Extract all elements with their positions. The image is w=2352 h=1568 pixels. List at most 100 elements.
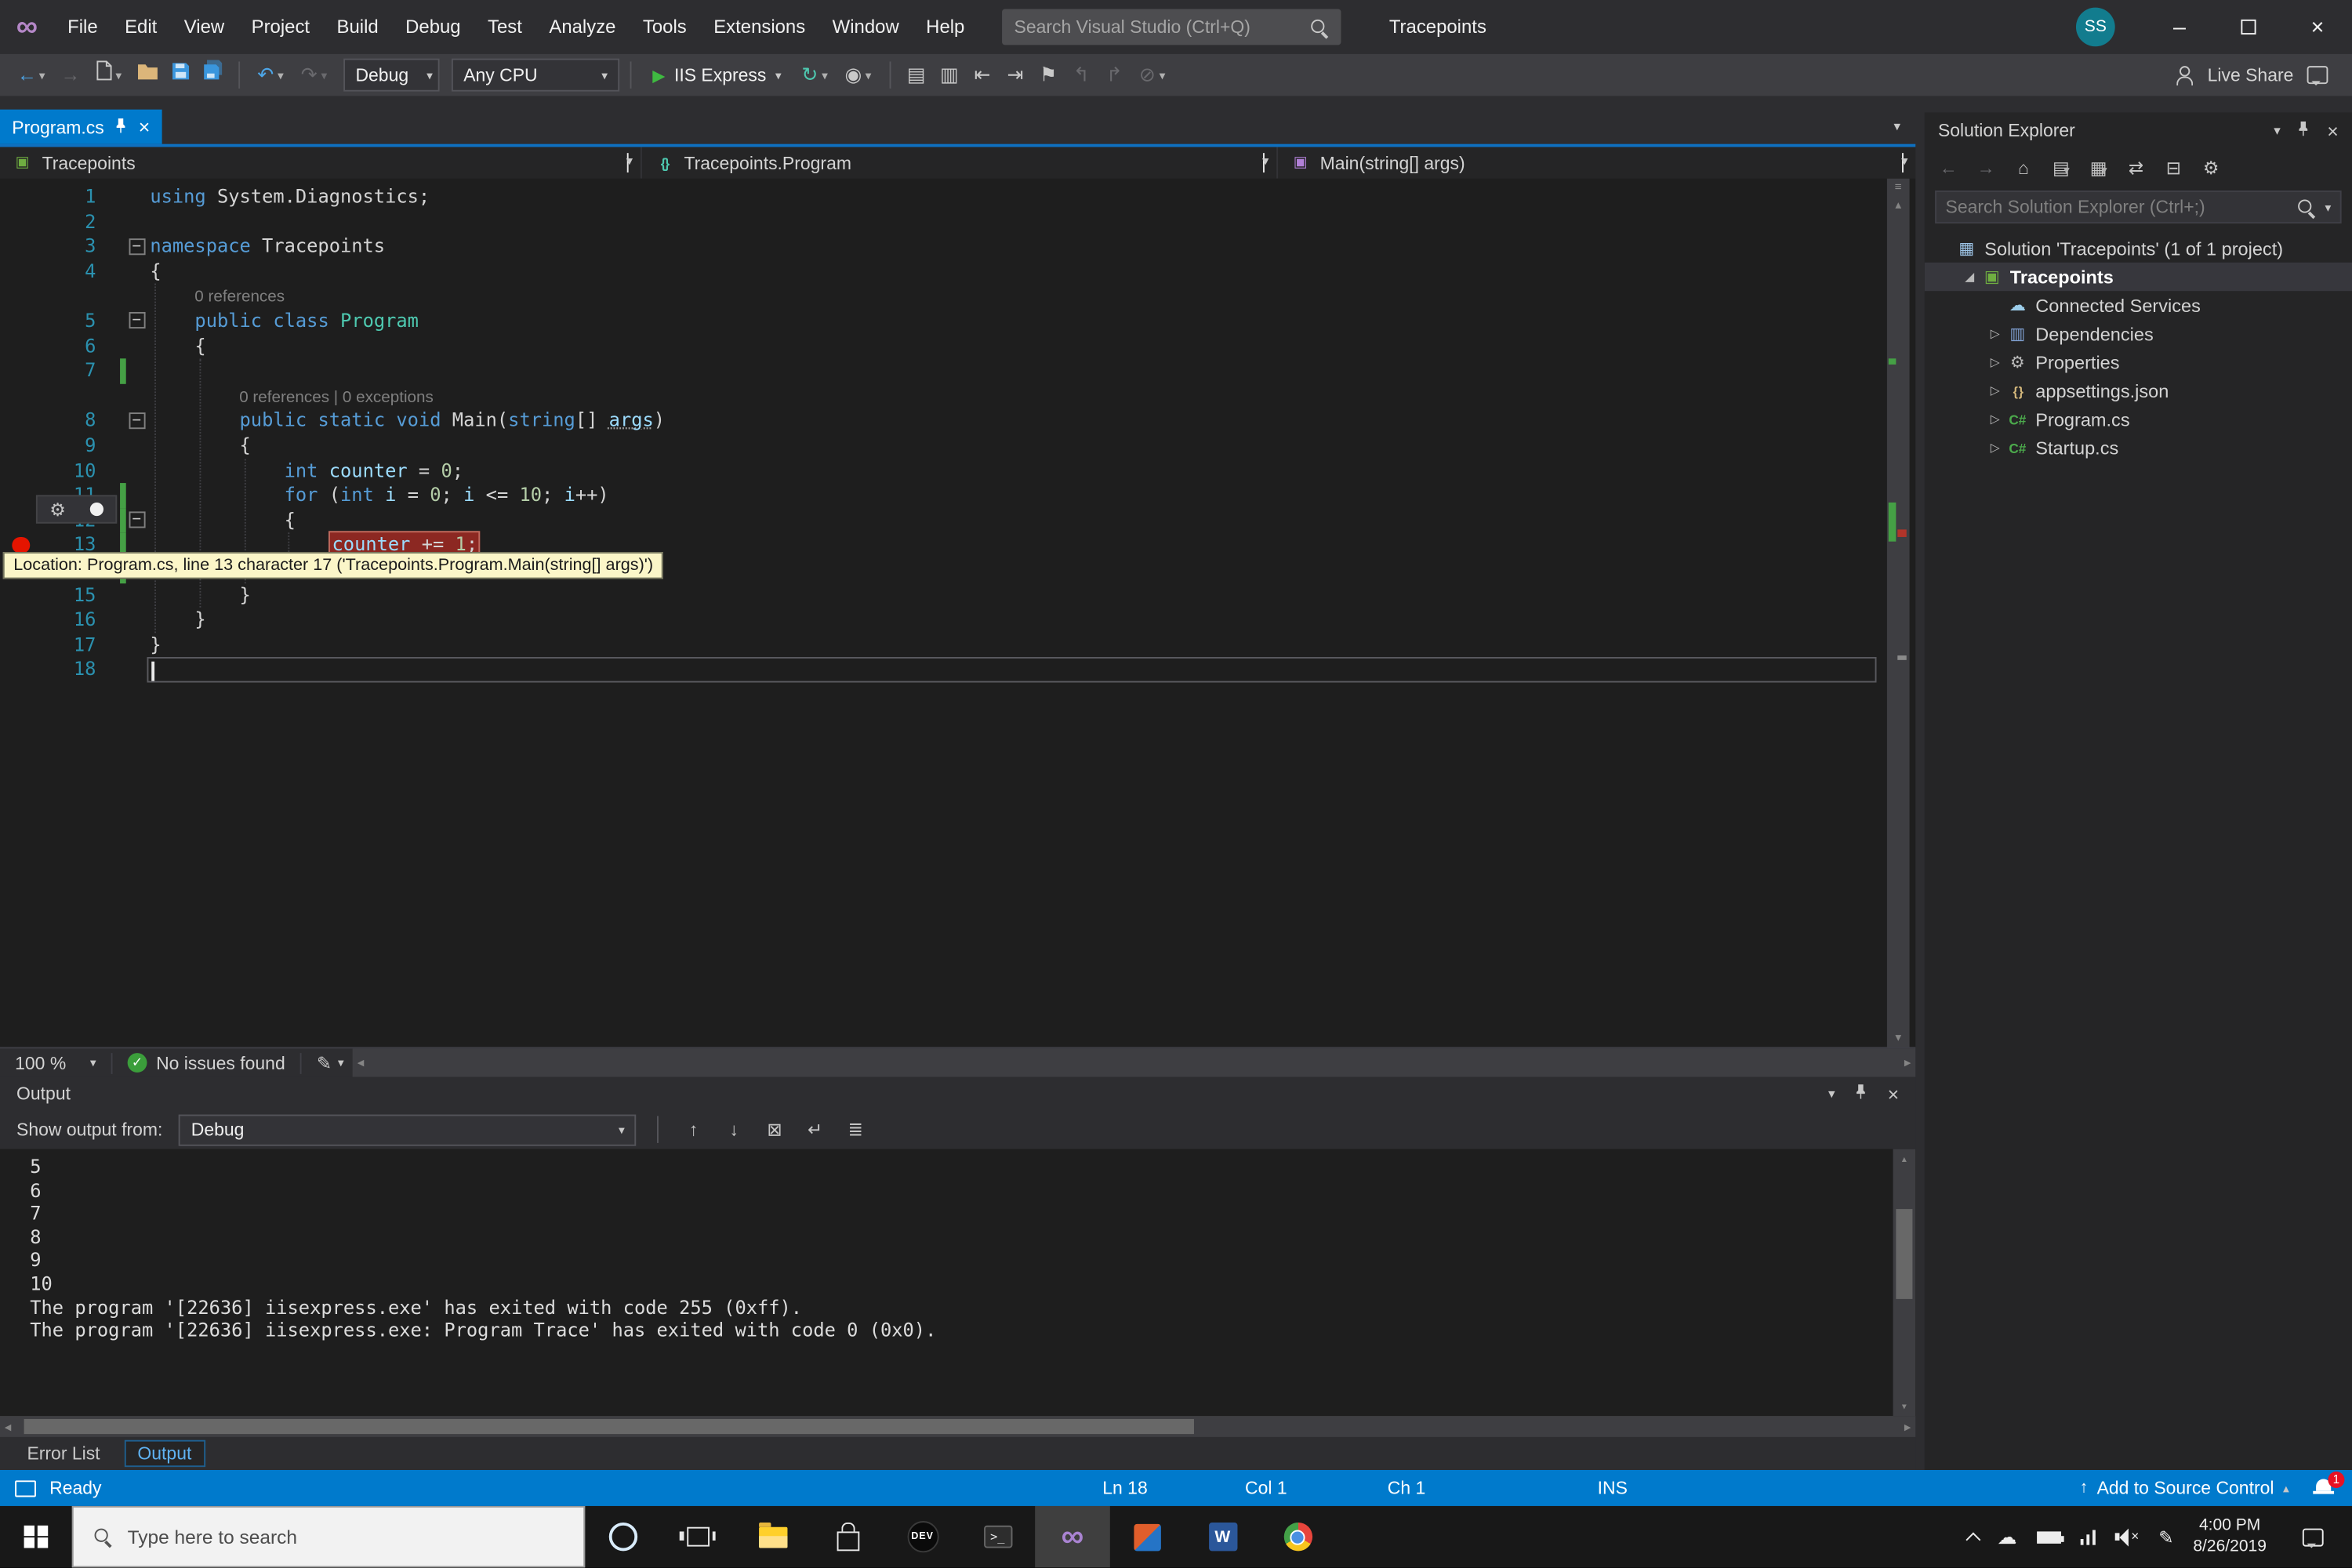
undo-icon[interactable]: ↶ [251, 60, 281, 90]
maximize-button[interactable] [2214, 0, 2283, 54]
browser-link-icon[interactable]: ◉ [838, 60, 868, 90]
taskbar-app-browser[interactable] [1260, 1506, 1335, 1567]
toggle-bookmark-icon[interactable]: ⚑ [1033, 60, 1063, 90]
breakpoint-gutter[interactable] [0, 434, 45, 459]
quick-launch-search[interactable]: Search Visual Studio (Ctrl+Q) [1002, 9, 1341, 45]
pin-icon[interactable] [2297, 120, 2310, 141]
document-health-indicator[interactable]: ✓ No issues found [113, 1052, 300, 1073]
breakpoint-gutter[interactable] [0, 284, 45, 309]
menu-file[interactable]: File [54, 16, 111, 38]
type-dropdown[interactable]: {} Tracepoints.Program ▾ [642, 147, 1279, 179]
member-dropdown[interactable]: ▣ Main(string[] args) ▾ [1278, 147, 1915, 179]
close-icon[interactable]: × [139, 116, 151, 136]
editor-horizontal-scrollbar[interactable]: ◂ ▸ [352, 1048, 1916, 1077]
taskbar-app-file-explorer[interactable] [735, 1506, 811, 1567]
clear-bookmarks-icon[interactable]: ⊘ [1132, 60, 1162, 90]
codelens-indicator[interactable]: 0 references [150, 289, 285, 307]
breakpoint-gutter[interactable] [0, 184, 45, 209]
status-column-indicator[interactable]: Col 1 [1245, 1478, 1287, 1499]
breakpoint-gutter[interactable] [0, 209, 45, 234]
volume-muted-icon[interactable]: × [2114, 1527, 2139, 1546]
breakpoint-settings-gear-icon[interactable]: ⚙ [49, 500, 66, 518]
user-avatar[interactable]: SS [2075, 7, 2115, 47]
breakpoint-gutter[interactable] [0, 633, 45, 658]
sync-with-active-document-icon[interactable]: ⇄ [2125, 158, 2147, 179]
browser-link-dropdown-icon[interactable]: ▾ [866, 68, 879, 82]
collapse-region-icon[interactable]: − [128, 312, 145, 329]
battery-icon[interactable] [2036, 1530, 2063, 1543]
taskbar-app-cortana[interactable] [585, 1506, 660, 1567]
window-position-chevron-icon[interactable]: ▾ [2274, 122, 2281, 139]
solution-configurations-dropdown[interactable]: Debug ▾ [343, 58, 440, 92]
dropdown-chevron-icon[interactable]: ▾ [2325, 200, 2332, 213]
tab-output[interactable]: Output [124, 1439, 205, 1468]
word-wrap-icon[interactable]: ↵ [801, 1119, 828, 1140]
solution-explorer-header[interactable]: Solution Explorer ▾ × [1925, 112, 2352, 148]
edit-mode-icon[interactable]: ✎ [302, 1052, 338, 1073]
list-members-icon[interactable]: ▤ [902, 60, 931, 90]
save-all-icon[interactable] [198, 60, 228, 90]
hidden-icons-chevron-icon[interactable] [1965, 1531, 1980, 1547]
toolbar-overflow-icon[interactable]: ▾ [1160, 68, 1173, 82]
scrollbar-thumb[interactable] [24, 1418, 1194, 1435]
output-vertical-scrollbar[interactable]: ▴ ▾ [1893, 1149, 1916, 1417]
switch-views-icon[interactable]: ▤▾ [2050, 158, 2071, 179]
scroll-left-icon[interactable]: ◂ [5, 1418, 12, 1435]
codelens-indicator[interactable]: 0 references | 0 exceptions [150, 388, 434, 406]
taskbar-clock[interactable]: 4:00 PM 8/26/2019 [2193, 1516, 2267, 1557]
status-character-indicator[interactable]: Ch 1 [1388, 1478, 1426, 1499]
tree-item-program-cs[interactable]: ▷ C# Program.cs [1925, 405, 2352, 434]
navigate-backward-dropdown-icon[interactable]: ▾ [39, 68, 53, 82]
refresh-dropdown-icon[interactable]: ▾ [822, 68, 835, 82]
redo-dropdown-icon[interactable]: ▾ [321, 68, 334, 82]
collapse-region-icon[interactable]: − [128, 511, 145, 528]
tree-item-properties[interactable]: ▷ ⚙ Properties [1925, 348, 2352, 376]
tree-item-dependencies[interactable]: ▷ ▥ Dependencies [1925, 320, 2352, 348]
tree-item-solution-tracepoints-1-of-1-project[interactable]: ▦ Solution 'Tracepoints' (1 of 1 project) [1925, 234, 2352, 262]
navigate-backward-icon[interactable]: ← [12, 60, 42, 90]
open-file-icon[interactable] [132, 60, 162, 90]
tree-item-appsettings-json[interactable]: ▷ { } appsettings.json [1925, 376, 2352, 405]
output-source-dropdown[interactable]: Debug ▾ [179, 1113, 637, 1145]
breakpoint-gutter[interactable] [0, 334, 45, 359]
breakpoint-gutter[interactable] [0, 383, 45, 408]
breakpoint-gutter[interactable] [0, 408, 45, 434]
menu-debug[interactable]: Debug [392, 16, 474, 38]
close-icon[interactable]: × [1888, 1082, 1900, 1105]
menu-test[interactable]: Test [474, 16, 535, 38]
scroll-down-icon[interactable]: ▾ [1893, 1396, 1916, 1416]
notifications-bell-icon[interactable]: 1 [2313, 1471, 2345, 1499]
solution-platforms-dropdown[interactable]: Any CPU ▾ [451, 58, 620, 92]
scroll-up-icon[interactable]: ▴ [1887, 195, 1910, 215]
breakpoint-gutter[interactable] [0, 260, 45, 285]
properties-icon[interactable]: ⚙ [2201, 158, 2222, 179]
menu-help[interactable]: Help [913, 16, 978, 38]
menu-edit[interactable]: Edit [111, 16, 171, 38]
increase-indent-icon[interactable]: ⇥ [1000, 60, 1030, 90]
pen-icon[interactable]: ✎ [2158, 1526, 2173, 1548]
start-debugging-button[interactable]: ▶ IIS Express ▾ [642, 64, 792, 85]
tab-error-list[interactable]: Error List [15, 1442, 112, 1466]
go-to-previous-message-icon[interactable]: ↑ [680, 1119, 706, 1140]
collapse-region-icon[interactable]: − [128, 412, 145, 429]
breakpoint-gutter[interactable] [0, 583, 45, 608]
undo-dropdown-icon[interactable]: ▾ [278, 68, 291, 82]
breakpoint-gutter[interactable] [0, 234, 45, 260]
menu-analyze[interactable]: Analyze [535, 16, 630, 38]
next-bookmark-icon[interactable]: ↱ [1099, 60, 1129, 90]
taskbar-app-dev[interactable]: DEV [885, 1506, 960, 1567]
back-icon[interactable]: ← [1938, 158, 1959, 179]
breakpoint-gutter[interactable] [0, 658, 45, 683]
minimize-button[interactable]: – [2145, 0, 2214, 54]
tree-expander-icon[interactable]: ▷ [1984, 412, 2005, 426]
parameter-info-icon[interactable]: ▥ [935, 60, 964, 90]
tree-item-connected-services[interactable]: ☁ Connected Services [1925, 291, 2352, 319]
tracepoint-toggle-icon[interactable] [89, 502, 103, 517]
zoom-dropdown[interactable]: 100 % ▾ [0, 1052, 111, 1073]
toggle-autoscroll-icon[interactable]: ≣ [842, 1119, 869, 1140]
editor-vertical-scrollbar[interactable]: ≡ ▴ ▾ [1886, 178, 1910, 1047]
splitter-grip-icon[interactable]: ≡ [1887, 179, 1910, 195]
taskbar-app-store[interactable] [810, 1506, 885, 1567]
breakpoint-gutter[interactable] [0, 309, 45, 334]
collapse-region-icon[interactable]: − [128, 238, 145, 255]
